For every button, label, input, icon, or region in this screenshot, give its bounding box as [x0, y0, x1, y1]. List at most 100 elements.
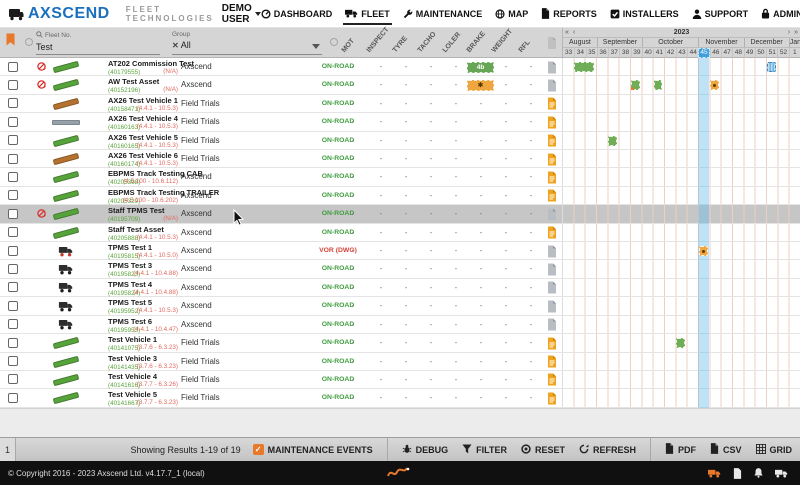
table-row[interactable]: TPMS Test 6(40195953)(4.4.1 - 10.4.47)Ax… — [0, 316, 800, 334]
timeline-event[interactable] — [699, 246, 708, 256]
page-number[interactable]: 1 — [0, 438, 16, 461]
table-row[interactable]: AX26 Test Vehicle 1(40158471)(4.4.1 - 10… — [0, 95, 800, 113]
target-icon — [521, 444, 531, 456]
timeline-event[interactable] — [710, 80, 719, 90]
row-checkbox[interactable] — [8, 374, 18, 384]
group-field[interactable]: Group ✕ All — [172, 30, 322, 55]
nav-dashboard[interactable]: DASHBOARD — [261, 9, 333, 19]
dropdown-caret-icon[interactable] — [312, 44, 320, 49]
cell-rfl: - — [526, 187, 536, 205]
row-checkbox[interactable] — [8, 117, 18, 127]
timeline-event[interactable] — [654, 80, 663, 90]
timeline-event[interactable] — [767, 62, 776, 72]
row-checkbox[interactable] — [8, 227, 18, 237]
row-checkbox[interactable] — [8, 282, 18, 292]
timeline-prev-fast-icon[interactable]: « — [563, 29, 571, 36]
vehicle-icon — [46, 208, 86, 220]
timeline-week: 37 — [608, 48, 619, 58]
brake-score-badge[interactable]: 4b — [467, 62, 494, 73]
table-row[interactable]: Test Vehicle 5(40141667)(3.7.7 - 6.3.23)… — [0, 389, 800, 407]
row-checkbox[interactable] — [8, 154, 18, 164]
nav-installers[interactable]: INSTALLERS — [610, 9, 679, 19]
timeline-next-fast-icon[interactable]: » — [792, 29, 800, 36]
nav-reports[interactable]: REPORTS — [541, 8, 597, 19]
timeline-row-grid — [562, 279, 800, 296]
cell-brake: - — [476, 389, 486, 407]
timeline-event[interactable] — [631, 80, 640, 90]
nav-fleet[interactable]: FLEET — [345, 9, 390, 19]
nav-map[interactable]: MAP — [495, 9, 528, 19]
cell-tyre: - — [401, 242, 411, 260]
cell-weight: - — [501, 224, 511, 242]
table-row[interactable]: EBPMS Track Testing TRAILER(40205329)(4.… — [0, 187, 800, 205]
table-row[interactable]: TPMS Test 4(40195824)(4.4.1 - 10.4.88)Ax… — [0, 279, 800, 297]
brake-score-badge[interactable]: ✱ — [467, 80, 494, 91]
cell-inspect: - — [376, 316, 386, 334]
table-row[interactable]: Test Vehicle 4(40141616)(3.7.7 - 6.3.26)… — [0, 371, 800, 389]
table-row[interactable]: Test Vehicle 3(40141435)(3.7.6 - 6.3.23)… — [0, 353, 800, 371]
cell-tacho: - — [426, 353, 436, 371]
cell-rfl: - — [526, 316, 536, 334]
reset-button[interactable]: RESET — [521, 444, 565, 456]
timeline-row-grid — [562, 371, 800, 388]
cell-weight: - — [501, 242, 511, 260]
truck-icon[interactable] — [775, 469, 788, 478]
cell-inspect: - — [376, 205, 386, 223]
row-checkbox[interactable] — [8, 356, 18, 366]
table-row[interactable]: TPMS Test 3(40195823)(4.4.1 - 10.4.88)Ax… — [0, 260, 800, 278]
row-checkbox[interactable] — [8, 62, 18, 72]
bell-icon[interactable] — [754, 468, 763, 478]
refresh-button[interactable]: REFRESH — [579, 444, 636, 456]
table-row[interactable]: AX26 Test Vehicle 5(40160165)(4.4.1 - 10… — [0, 132, 800, 150]
pdf-button[interactable]: PDF — [665, 443, 696, 456]
table-row[interactable]: Staff TPMS Test(40195709)(N/A)AxscendON-… — [0, 205, 800, 223]
link-toggle-icon[interactable] — [25, 38, 33, 46]
row-checkbox[interactable] — [8, 301, 18, 311]
row-checkbox[interactable] — [8, 98, 18, 108]
maintenance-events-button[interactable]: ✓MAINTENANCE EVENTS — [253, 444, 373, 455]
row-checkbox[interactable] — [8, 246, 18, 256]
document-icon[interactable] — [733, 468, 742, 479]
clear-group-icon[interactable]: ✕ — [172, 41, 179, 50]
timeline-event[interactable] — [608, 136, 617, 146]
nav-support[interactable]: SUPPORT — [692, 9, 749, 19]
cell-tacho: - — [426, 224, 436, 242]
group-name: Axscend — [181, 279, 212, 297]
table-row[interactable]: Staff Test Asset(40205888)(4.4.1 - 10.5.… — [0, 224, 800, 242]
grid-button[interactable]: GRID — [756, 444, 793, 456]
vehicle-icon — [46, 263, 86, 275]
row-checkbox[interactable] — [8, 209, 18, 219]
link-toggle-icon[interactable] — [330, 38, 338, 46]
nav-admin[interactable]: ADMIN — [761, 8, 800, 19]
row-checkbox[interactable] — [8, 264, 18, 274]
table-row[interactable]: AW Test Asset(40152196)(N/A)AxscendON-RO… — [0, 76, 800, 94]
row-checkbox[interactable] — [8, 172, 18, 182]
filter-button[interactable]: FILTER — [462, 444, 507, 456]
row-checkbox[interactable] — [8, 319, 18, 329]
app-footer: © Copyright 2016 - 2023 Axscend Ltd. v4.… — [0, 461, 800, 485]
table-row[interactable]: TPMS Test 5(40195952)(4.4.1 - 10.5.3)Axs… — [0, 297, 800, 315]
timeline-event[interactable] — [574, 62, 594, 72]
table-row[interactable]: TPMS Test 1(40195815)(4.4.1 - 10.5.0)Axs… — [0, 242, 800, 260]
user-menu[interactable]: DEMO USER — [222, 3, 261, 25]
table-row[interactable]: Test Vehicle 1(40141075)(3.7.6 - 6.3.23)… — [0, 334, 800, 352]
debug-button[interactable]: DEBUG — [402, 444, 449, 456]
csv-button[interactable]: CSV — [710, 443, 742, 456]
bookmark-icon[interactable] — [6, 33, 15, 51]
table-row[interactable]: AT202 Commission Test(40179555)(N/A)Axsc… — [0, 58, 800, 76]
table-row[interactable]: AX26 Test Vehicle 4(40160163)(4.4.1 - 10… — [0, 113, 800, 131]
timeline-month: November — [698, 38, 743, 47]
timeline-event[interactable] — [676, 338, 685, 348]
nav-maintenance[interactable]: MAINTENANCE — [403, 9, 483, 19]
row-checkbox[interactable] — [8, 190, 18, 200]
row-checkbox[interactable] — [8, 135, 18, 145]
fleet-no-input[interactable]: Test — [36, 42, 160, 52]
group-name: Field Trials — [181, 353, 220, 371]
row-checkbox[interactable] — [8, 393, 18, 403]
truck-orange-icon[interactable] — [708, 469, 721, 478]
row-checkbox[interactable] — [8, 338, 18, 348]
row-checkbox[interactable] — [8, 80, 18, 90]
fleet-no-field[interactable]: Fleet No. Test — [36, 30, 160, 55]
table-row[interactable]: AX26 Test Vehicle 6(40160174)(4.4.1 - 10… — [0, 150, 800, 168]
table-row[interactable]: EBPMS Track Testing CAB(40205398)(4.5.10… — [0, 168, 800, 186]
